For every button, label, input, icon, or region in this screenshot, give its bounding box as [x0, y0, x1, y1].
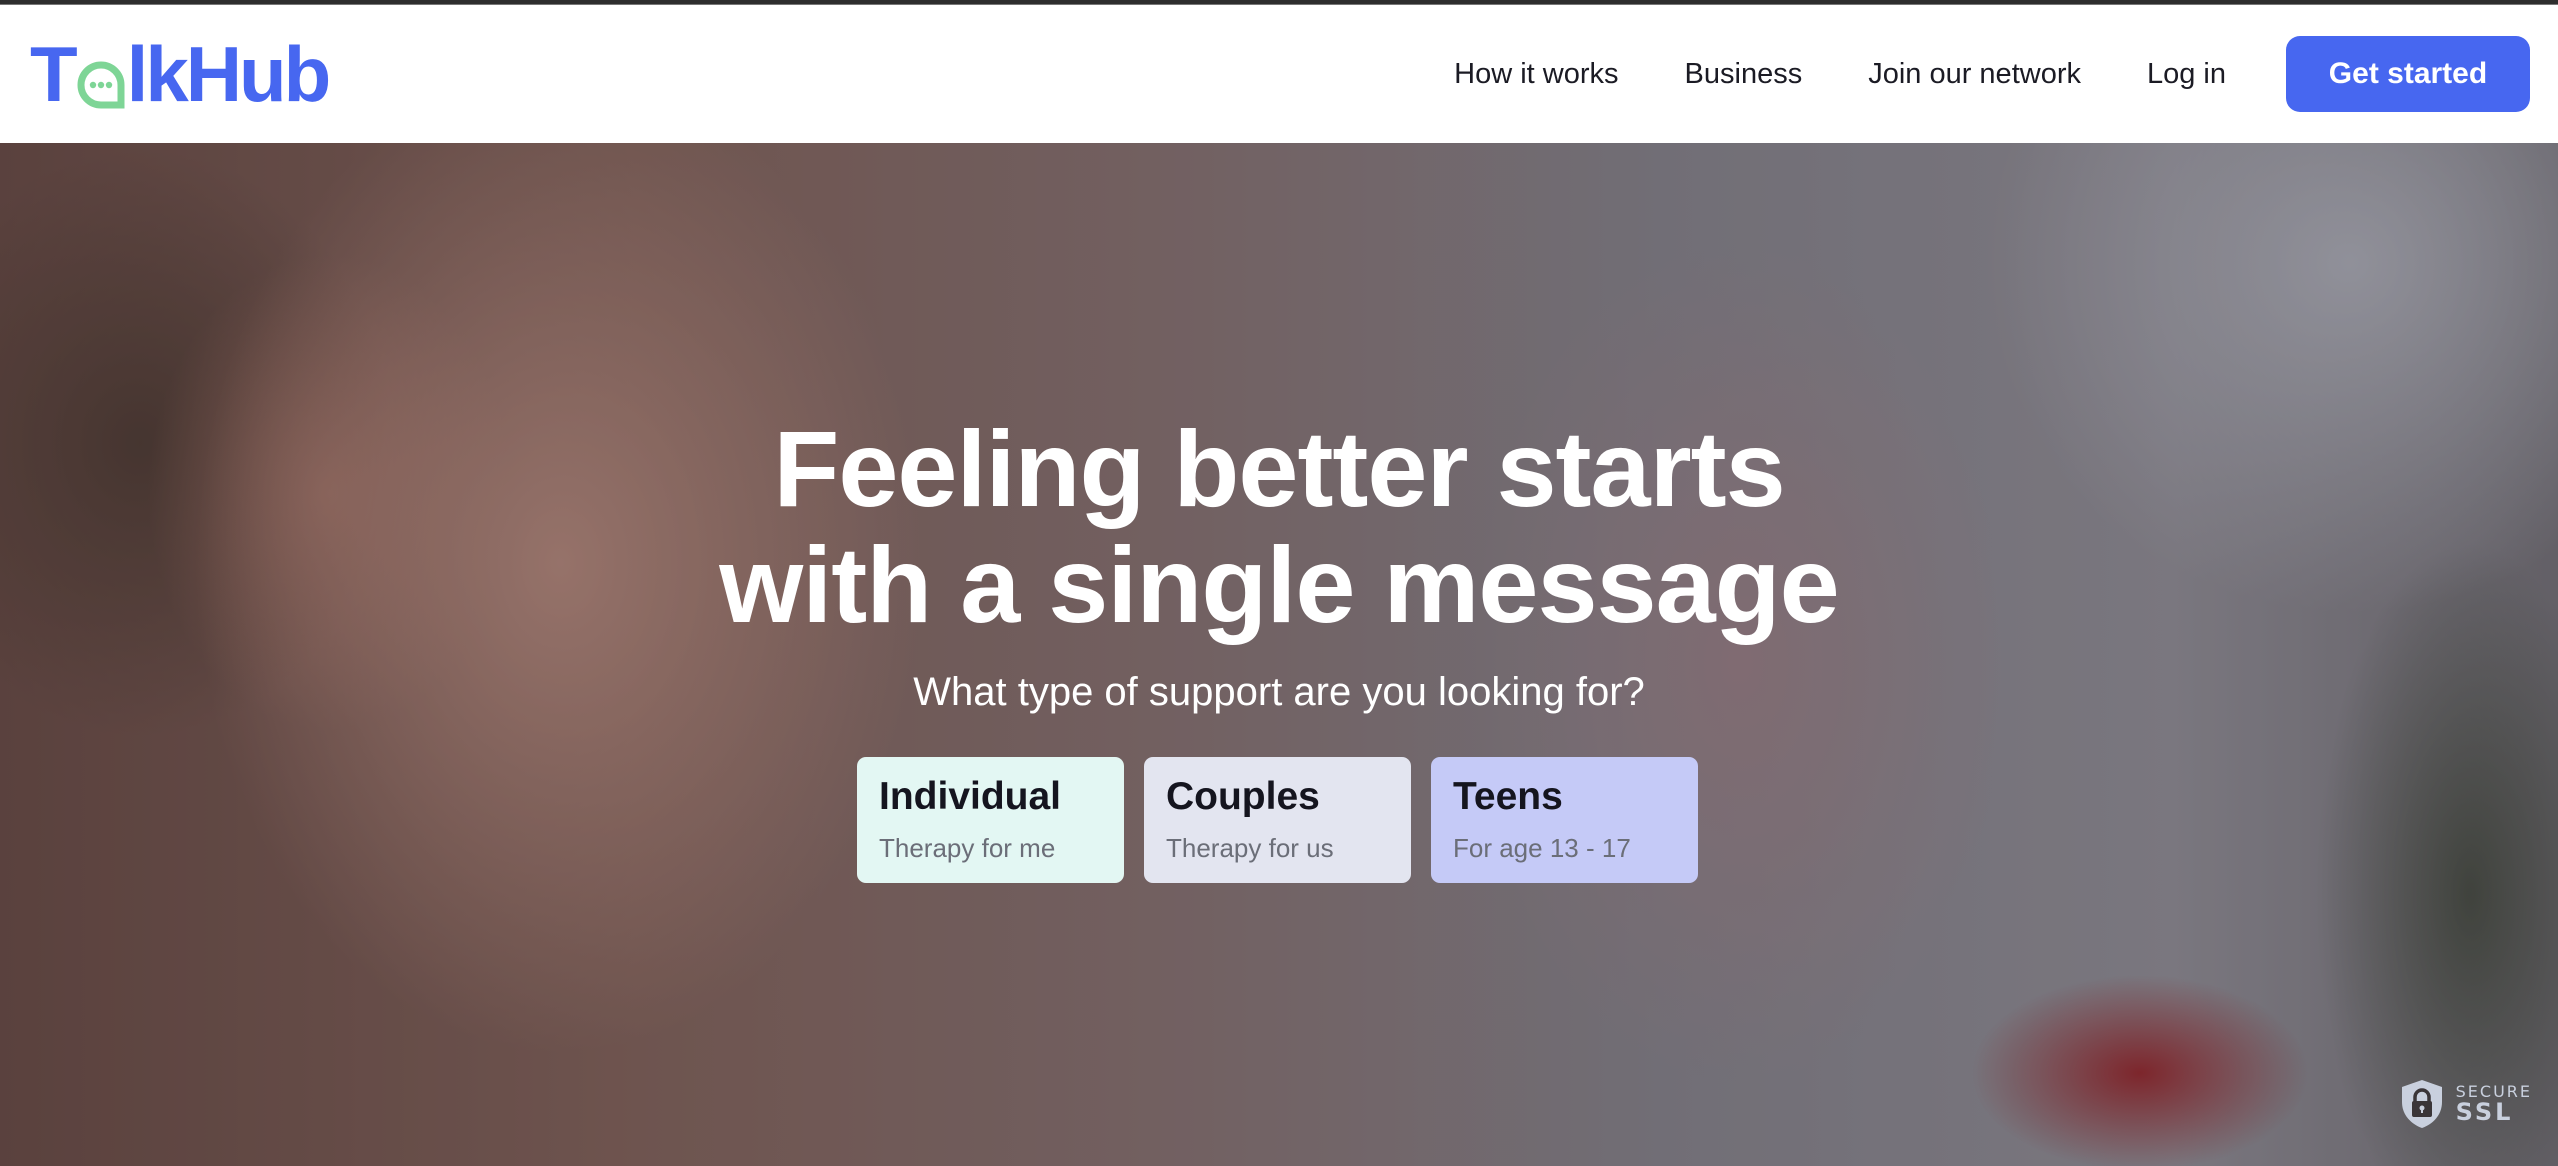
- main-nav: How it works Business Join our network L…: [1454, 35, 2530, 113]
- hero-section: Feeling better starts with a single mess…: [0, 143, 2558, 1166]
- ssl-text: SECURE SSL: [2455, 1084, 2532, 1126]
- hero-headline: Feeling better starts with a single mess…: [0, 411, 2558, 643]
- option-card-teens[interactable]: Teens For age 13 - 17: [1431, 757, 1698, 883]
- nav-log-in[interactable]: Log in: [2147, 58, 2226, 91]
- site-header: T lkHub How it works Business Join our n…: [0, 5, 2558, 143]
- logo-text-start: T: [30, 30, 78, 118]
- nav-join-network[interactable]: Join our network: [1868, 58, 2081, 91]
- logo-text-end: lkHub: [126, 30, 332, 118]
- headline-line-1: Feeling better starts: [773, 408, 1785, 529]
- ssl-line-2: SSL: [2455, 1098, 2514, 1126]
- option-card-couples[interactable]: Couples Therapy for us: [1144, 757, 1411, 883]
- support-type-options: Individual Therapy for me Couples Therap…: [857, 757, 1698, 883]
- card-title: Individual: [879, 775, 1062, 818]
- hero-subtitle: What type of support are you looking for…: [913, 670, 1645, 714]
- hero-content: Feeling better starts with a single mess…: [0, 143, 2558, 1166]
- card-title: Teens: [1453, 775, 1563, 818]
- card-title: Couples: [1166, 775, 1320, 818]
- get-started-button[interactable]: Get started: [2286, 36, 2530, 112]
- secure-ssl-badge: SECURE SSL: [2398, 1078, 2532, 1130]
- shield-lock-icon: [2401, 1080, 2442, 1128]
- nav-business[interactable]: Business: [1685, 58, 1803, 91]
- card-subtitle: Therapy for me: [879, 833, 1056, 863]
- nav-how-it-works[interactable]: How it works: [1454, 58, 1618, 91]
- option-card-individual[interactable]: Individual Therapy for me: [857, 757, 1124, 883]
- card-subtitle: Therapy for us: [1166, 833, 1334, 863]
- headline-line-2: with a single message: [719, 524, 1839, 645]
- talkhub-logo[interactable]: T lkHub: [30, 35, 331, 113]
- chat-bubble-icon: [77, 61, 125, 109]
- card-subtitle: For age 13 - 17: [1453, 833, 1631, 863]
